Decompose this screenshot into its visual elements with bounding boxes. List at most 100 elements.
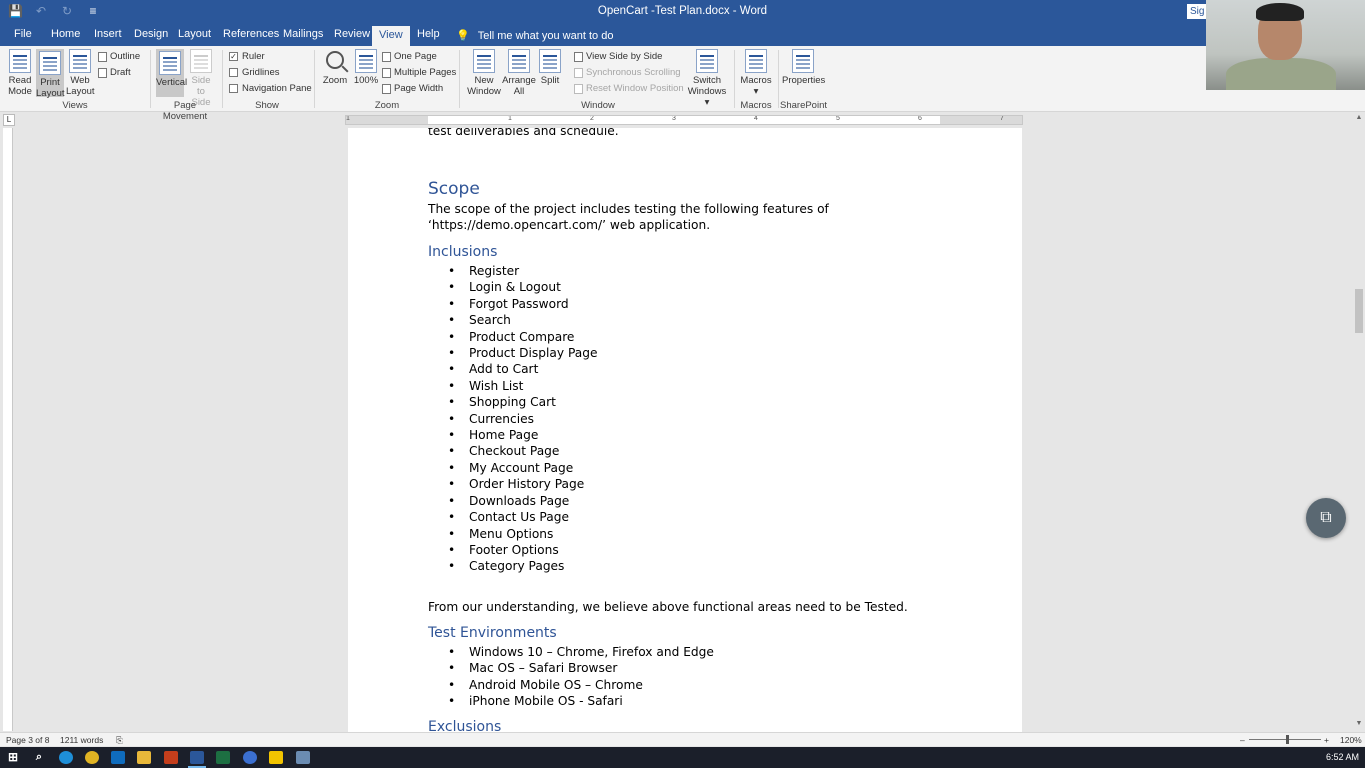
- person-hair: [1256, 3, 1304, 21]
- webcam-overlay: [1206, 0, 1365, 90]
- synchronous-scrolling-button[interactable]: Synchronous Scrolling: [574, 67, 681, 78]
- tab-review[interactable]: Review: [334, 28, 370, 40]
- clock[interactable]: 6:52 AM: [1326, 752, 1359, 762]
- tab-mailings[interactable]: Mailings: [283, 28, 323, 40]
- app-icon[interactable]: [296, 751, 310, 764]
- word-count[interactable]: 1211 words: [60, 735, 103, 745]
- navigation-pane-checkbox[interactable]: Navigation Pane: [229, 83, 312, 94]
- ribbon-tabs: File Home Insert Design Layout Reference…: [0, 24, 1365, 46]
- list-item: Contact Us Page: [448, 509, 597, 526]
- web-layout-button[interactable]: Web Layout: [66, 49, 95, 97]
- draft-icon: [98, 67, 107, 78]
- arrange-all-button[interactable]: Arrange All: [502, 49, 536, 97]
- page-width-button[interactable]: Page Width: [382, 83, 443, 94]
- scroll-thumb[interactable]: [1355, 289, 1363, 333]
- tab-selector[interactable]: L: [3, 114, 15, 126]
- ruler-number: 3: [672, 115, 676, 122]
- list-item: iPhone Mobile OS - Safari: [448, 693, 714, 710]
- switch-windows-button[interactable]: Switch Windows ▾: [685, 49, 729, 108]
- environments-list: Windows 10 – Chrome, Firefox and EdgeMac…: [448, 644, 714, 710]
- understanding-text: From our understanding, we believe above…: [428, 600, 908, 614]
- outlook-icon[interactable]: [111, 751, 125, 764]
- test-environments-heading: Test Environments: [428, 625, 557, 641]
- zoom-level[interactable]: 120%: [1340, 735, 1362, 745]
- ribbon-separator: [778, 50, 779, 108]
- tell-me-box[interactable]: 💡 Tell me what you want to do: [456, 29, 613, 43]
- search-icon[interactable]: ⌕: [32, 751, 46, 764]
- magnifier-icon: [326, 51, 344, 69]
- notes-app-icon[interactable]: [269, 751, 283, 764]
- ribbon-separator: [222, 50, 223, 108]
- outline-button[interactable]: Outline: [98, 51, 140, 62]
- ribbon-separator: [150, 50, 151, 108]
- tab-design[interactable]: Design: [134, 28, 168, 40]
- view-side-by-side-button[interactable]: View Side by Side: [574, 51, 662, 62]
- properties-icon: [792, 49, 814, 73]
- tab-references[interactable]: References: [223, 28, 279, 40]
- tab-help[interactable]: Help: [417, 28, 440, 40]
- page-width-icon: [382, 83, 391, 94]
- zoom-100-button[interactable]: 100%: [353, 49, 379, 86]
- checkmark-icon: ✓: [229, 52, 238, 61]
- one-page-button[interactable]: One Page: [382, 51, 437, 62]
- vertical-ruler[interactable]: [3, 128, 13, 731]
- document-page[interactable]: test deliverables and schedule. Scope Th…: [348, 128, 1022, 732]
- zoom-in-button[interactable]: +: [1324, 735, 1329, 745]
- list-item: Footer Options: [448, 542, 597, 559]
- tab-file[interactable]: File: [14, 28, 32, 40]
- status-bar: Page 3 of 8 1211 words ⎘ – + 120%: [0, 732, 1365, 746]
- vertical-icon: [159, 51, 181, 75]
- zoom-out-button[interactable]: –: [1240, 735, 1245, 745]
- tab-insert[interactable]: Insert: [94, 28, 122, 40]
- tab-home[interactable]: Home: [51, 28, 80, 40]
- group-macros-label: Macros: [740, 100, 772, 111]
- split-icon: [539, 49, 561, 73]
- chat-app-icon[interactable]: [243, 751, 257, 764]
- scope-line-1: The scope of the project includes testin…: [428, 202, 829, 216]
- proofing-icon[interactable]: ⎘: [116, 735, 123, 746]
- zoom-button[interactable]: Zoom: [320, 49, 350, 86]
- vertical-button[interactable]: Vertical: [156, 49, 187, 97]
- chevron-down-icon: ▾: [753, 86, 759, 97]
- group-show-label: Show: [255, 100, 279, 111]
- list-item: Login & Logout: [448, 279, 597, 296]
- ruler-number: 6: [918, 115, 922, 122]
- zoom-100-icon: [355, 49, 377, 73]
- print-layout-button[interactable]: Print Layout: [36, 49, 65, 99]
- zoom-slider-thumb[interactable]: [1286, 735, 1289, 744]
- file-explorer-icon[interactable]: [137, 751, 151, 764]
- scroll-down-icon[interactable]: ▼: [1353, 720, 1365, 727]
- edge-icon[interactable]: [59, 751, 73, 764]
- scroll-up-icon[interactable]: ▲: [1353, 114, 1365, 121]
- start-icon[interactable]: ⊞: [6, 751, 20, 764]
- tab-layout[interactable]: Layout: [178, 28, 211, 40]
- list-item: Checkout Page: [448, 443, 597, 460]
- outline-icon: [98, 51, 107, 62]
- powerpoint-icon[interactable]: [164, 751, 178, 764]
- read-mode-button[interactable]: Read Mode: [6, 49, 34, 97]
- expand-video-button[interactable]: ⧉: [1306, 498, 1346, 538]
- top-cut-text: test deliverables and schedule.: [428, 128, 619, 138]
- ribbon-view: Read Mode Print Layout Web Layout Outlin…: [0, 46, 1365, 122]
- new-window-icon: [473, 49, 495, 73]
- chrome-icon[interactable]: [85, 751, 99, 764]
- draft-button[interactable]: Draft: [98, 67, 131, 78]
- word-icon[interactable]: [188, 751, 206, 768]
- macros-button[interactable]: Macros ▾: [739, 49, 773, 97]
- tab-view[interactable]: View: [372, 26, 410, 46]
- zoom-slider[interactable]: [1249, 739, 1321, 740]
- multiple-pages-button[interactable]: Multiple Pages: [382, 67, 456, 78]
- split-button[interactable]: Split: [537, 49, 563, 86]
- vertical-scrollbar[interactable]: ▲ ▼: [1353, 112, 1365, 732]
- gridlines-checkbox[interactable]: Gridlines: [229, 67, 280, 78]
- excel-icon[interactable]: [216, 751, 230, 764]
- horizontal-ruler[interactable]: 1 1 2 3 4 5 6 7: [345, 115, 1023, 125]
- reset-window-position-button[interactable]: Reset Window Position: [574, 83, 684, 94]
- page-count[interactable]: Page 3 of 8: [6, 735, 49, 745]
- inclusions-heading: Inclusions: [428, 244, 498, 260]
- properties-button[interactable]: Properties: [782, 49, 825, 86]
- ruler-number: 1: [508, 115, 512, 122]
- ruler-checkbox[interactable]: ✓ Ruler: [229, 51, 265, 62]
- list-item: Mac OS – Safari Browser: [448, 660, 714, 677]
- new-window-button[interactable]: New Window: [466, 49, 502, 97]
